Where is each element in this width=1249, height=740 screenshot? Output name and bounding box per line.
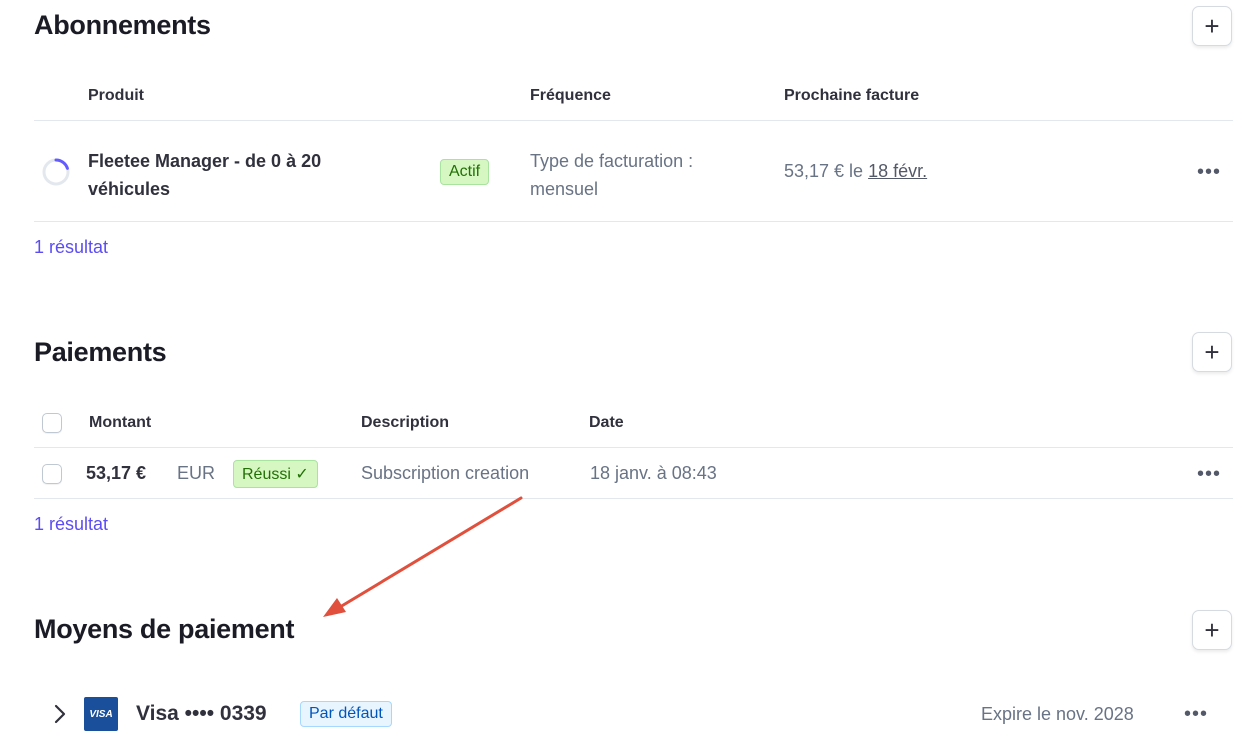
card-label: Visa •••• 0339 bbox=[136, 702, 267, 725]
add-payment-method-button[interactable]: + bbox=[1192, 610, 1232, 650]
plus-icon: + bbox=[1204, 615, 1220, 645]
payment-method-more-actions-button[interactable]: ••• bbox=[1184, 704, 1208, 724]
default-badge: Par défaut bbox=[300, 701, 392, 727]
customer-detail-page: Abonnements + Produit Fréquence Prochain… bbox=[0, 0, 1249, 740]
chevron-right-icon[interactable] bbox=[53, 704, 67, 724]
visa-logo-icon: VISA bbox=[84, 697, 118, 731]
card-expiry: Expire le nov. 2028 bbox=[981, 704, 1134, 724]
payment-methods-title: Moyens de paiement bbox=[34, 614, 295, 644]
